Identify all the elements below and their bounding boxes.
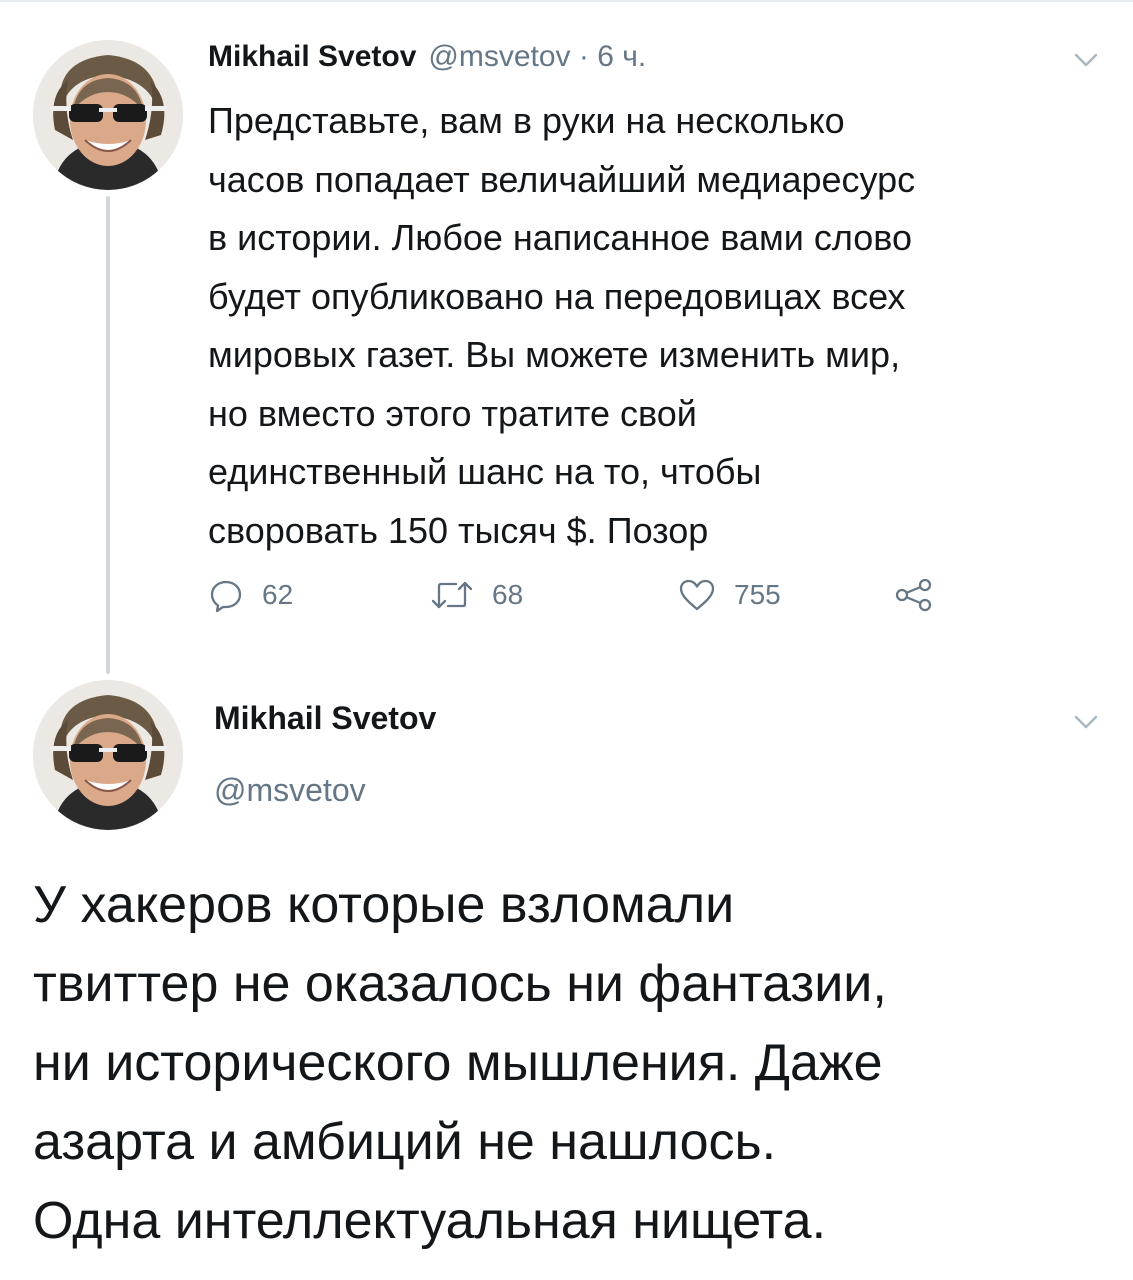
- chevron-down-icon[interactable]: [1070, 44, 1102, 76]
- author-name[interactable]: Mikhail Svetov: [214, 700, 436, 737]
- avatar[interactable]: [33, 40, 183, 190]
- reply-icon: [210, 580, 242, 613]
- tweet-header: Mikhail Svetov @msvetov · 6 ч.: [208, 40, 646, 84]
- retweet-count: 68: [492, 579, 524, 610]
- chevron-down-icon[interactable]: [1070, 706, 1102, 738]
- retweet-button[interactable]: 68: [430, 570, 523, 620]
- tweet-text: Представьте, вам в руки на несколько час…: [208, 100, 916, 551]
- like-count: 755: [734, 579, 781, 610]
- heart-icon: [679, 579, 715, 611]
- top-divider: [0, 0, 1133, 2]
- reply-count: 62: [262, 579, 294, 610]
- like-button[interactable]: 755: [678, 570, 781, 620]
- tweet-actions: 62 68 755: [208, 570, 968, 620]
- reply-button[interactable]: 62: [208, 570, 293, 620]
- tweet-text: У хакеров которые взломали твиттер не ок…: [33, 876, 887, 1250]
- avatar-image: [33, 40, 183, 190]
- author-handle-timestamp[interactable]: @msvetov · 6 ч.: [428, 40, 646, 74]
- share-button[interactable]: [894, 570, 952, 620]
- author-name[interactable]: Mikhail Svetov: [208, 40, 416, 74]
- avatar-image: [33, 680, 183, 830]
- thread-connector-line: [106, 196, 110, 674]
- author-handle[interactable]: @msvetov: [214, 772, 366, 809]
- retweet-icon: [431, 581, 473, 609]
- avatar[interactable]: [33, 680, 183, 830]
- share-icon: [895, 578, 932, 612]
